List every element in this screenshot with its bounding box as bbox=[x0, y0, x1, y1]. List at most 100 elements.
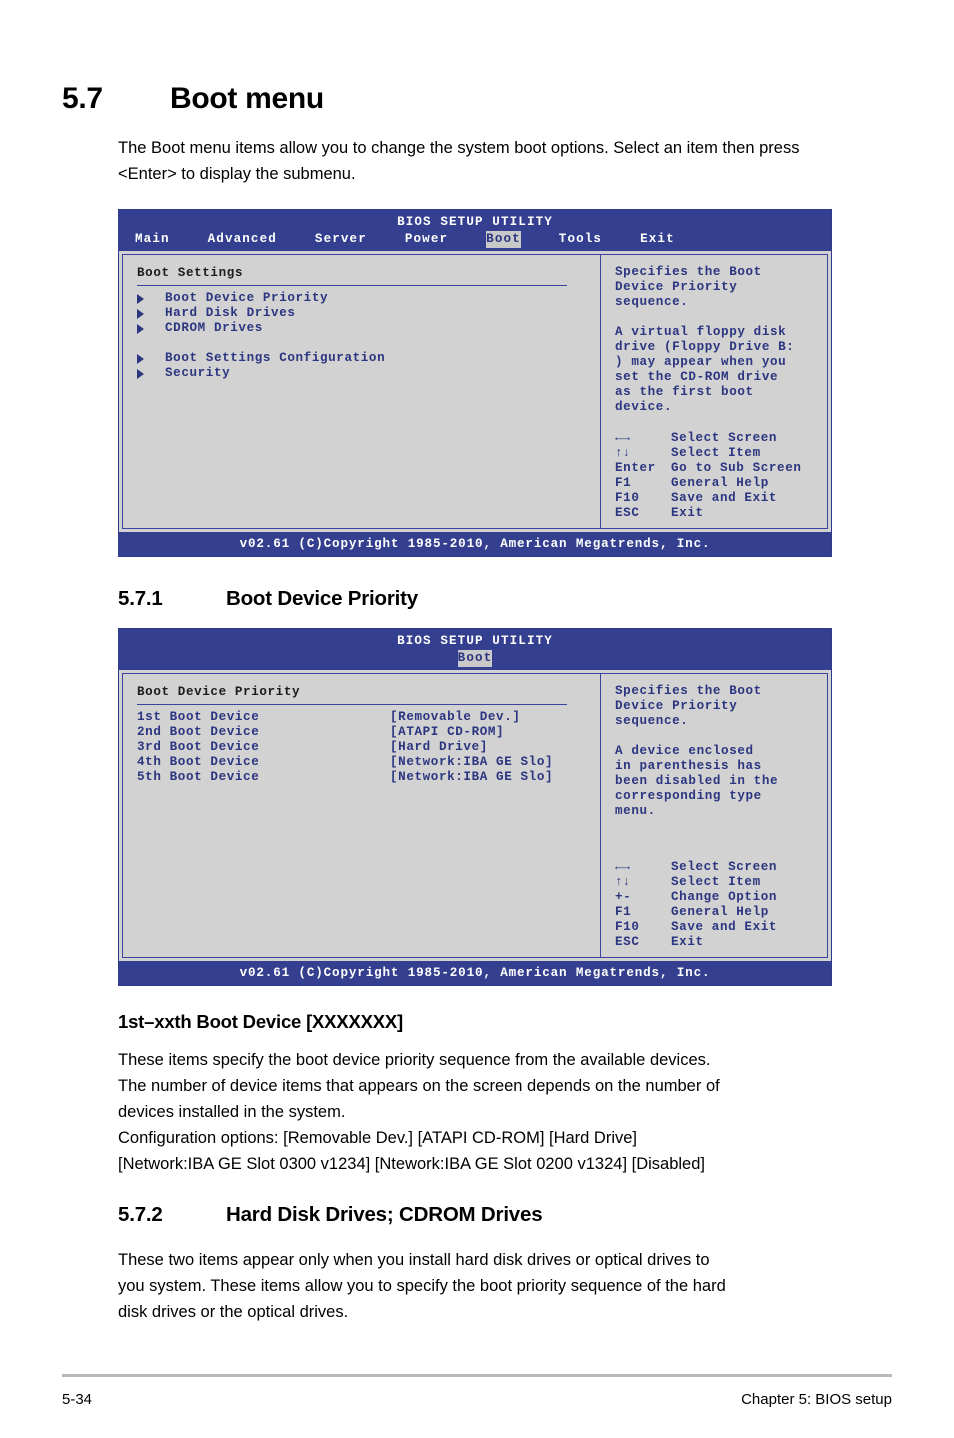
body-line: disk drives or the optical drives. bbox=[118, 1303, 349, 1321]
help-description: Specifies the Boot Device Priority seque… bbox=[615, 265, 827, 415]
subsection-number: 5.7.2 bbox=[118, 1203, 163, 1226]
subsection-number: 5.7.1 bbox=[118, 587, 163, 610]
legend-desc: General Help bbox=[671, 905, 769, 919]
section-intro: The Boot menu items allow you to change … bbox=[118, 139, 800, 183]
footer-row: 5-34 Chapter 5: BIOS setup bbox=[62, 1391, 892, 1408]
legend-key: F1 bbox=[615, 476, 632, 490]
legend-select-item: ↑↓ Select Item bbox=[615, 875, 777, 890]
legend-key: +- bbox=[615, 890, 632, 904]
help-line-blank bbox=[615, 729, 827, 744]
row-3rd-boot-device[interactable]: 3rd Boot Device [Hard Drive] bbox=[137, 740, 600, 755]
tab-boot[interactable]: Boot bbox=[457, 650, 493, 667]
menu-item-label: Boot Settings Configuration bbox=[165, 351, 386, 365]
legend-desc: Exit bbox=[671, 935, 704, 949]
help-line: set the CD-ROM drive bbox=[615, 370, 779, 384]
document-page: 5.7 Boot menu The Boot menu items allow … bbox=[0, 0, 954, 1438]
legend-select-screen: ←→ Select Screen bbox=[615, 431, 802, 446]
menu-item-boot-settings-configuration[interactable]: Boot Settings Configuration bbox=[137, 351, 600, 366]
legend-key: F10 bbox=[615, 491, 640, 505]
row-2nd-boot-device[interactable]: 2nd Boot Device [ATAPI CD-ROM] bbox=[137, 725, 600, 740]
legend-exit: ESC Exit bbox=[615, 506, 802, 521]
row-value: [Removable Dev.] bbox=[390, 710, 521, 724]
legend-select-item: ↑↓ Select Item bbox=[615, 446, 802, 461]
legend-desc: Save and Exit bbox=[671, 491, 778, 505]
help-line: A device enclosed bbox=[615, 744, 754, 758]
row-label: 3rd Boot Device bbox=[137, 740, 260, 754]
submenu-arrow-icon bbox=[137, 368, 144, 379]
help-line: in parenthesis has bbox=[615, 759, 762, 773]
menu-item-security[interactable]: Security bbox=[137, 366, 600, 381]
row-value: [ATAPI CD-ROM] bbox=[390, 725, 505, 739]
help-line: A virtual floppy disk bbox=[615, 325, 787, 339]
bios-copyright-footer: v02.61 (C)Copyright 1985-2010, American … bbox=[119, 532, 831, 556]
tab-boot[interactable]: Boot bbox=[486, 231, 521, 248]
bios-utility-title: BIOS SETUP UTILITY bbox=[397, 215, 553, 229]
legend-desc: Save and Exit bbox=[671, 920, 778, 934]
legend-key: ↑↓ bbox=[615, 446, 631, 460]
bios-key-legend: ←→ Select Screen ↑↓ Select Item +- Chang… bbox=[615, 860, 777, 950]
tab-main[interactable]: Main bbox=[135, 231, 170, 248]
bios-screen-boot-settings: BIOS SETUP UTILITY Main Advanced Server … bbox=[118, 209, 832, 557]
submenu-arrow-icon bbox=[137, 308, 144, 319]
legend-desc: Exit bbox=[671, 506, 704, 520]
submenu-arrow-icon bbox=[137, 293, 144, 304]
bios-header-bar: BIOS SETUP UTILITY Boot bbox=[119, 629, 831, 670]
help-line: Device Priority bbox=[615, 699, 738, 713]
row-5th-boot-device[interactable]: 5th Boot Device [Network:IBA GE Slo] bbox=[137, 770, 600, 785]
subsection-heading-572: 5.7.2 Hard Disk Drives; CDROM Drives bbox=[118, 1203, 892, 1227]
legend-save-and-exit: F10 Save and Exit bbox=[615, 920, 777, 935]
subsection-title: Boot Device Priority bbox=[226, 587, 418, 610]
panel-rule bbox=[137, 285, 567, 286]
tab-tools[interactable]: Tools bbox=[559, 231, 602, 248]
legend-key: F1 bbox=[615, 905, 632, 919]
help-line: corresponding type bbox=[615, 789, 762, 803]
legend-desc: General Help bbox=[671, 476, 769, 490]
row-1st-boot-device[interactable]: 1st Boot Device [Removable Dev.] bbox=[137, 710, 600, 725]
bios-screen-boot-device-priority: BIOS SETUP UTILITY Boot Boot Device Prio… bbox=[118, 628, 832, 986]
menu-item-label: CDROM Drives bbox=[165, 321, 263, 335]
legend-go-to-sub-screen: Enter Go to Sub Screen bbox=[615, 461, 802, 476]
tab-advanced[interactable]: Advanced bbox=[208, 231, 277, 248]
section-number: 5.7 bbox=[62, 82, 103, 115]
bios-key-legend: ←→ Select Screen ↑↓ Select Item Enter Go… bbox=[615, 431, 802, 521]
submenu-arrow-icon bbox=[137, 353, 144, 364]
menu-item-boot-device-priority[interactable]: Boot Device Priority bbox=[137, 291, 600, 306]
menu-item-hard-disk-drives[interactable]: Hard Disk Drives bbox=[137, 306, 600, 321]
subsection-title: Hard Disk Drives; CDROM Drives bbox=[226, 1203, 543, 1226]
item-body-boot-device: These items specify the boot device prio… bbox=[118, 1047, 848, 1177]
legend-exit: ESC Exit bbox=[615, 935, 777, 950]
tab-exit[interactable]: Exit bbox=[640, 231, 675, 248]
help-line: Device Priority bbox=[615, 280, 738, 294]
help-line: Specifies the Boot bbox=[615, 684, 762, 698]
subsection-body-572: These two items appear only when you ins… bbox=[118, 1247, 848, 1325]
body-line: devices installed in the system. bbox=[118, 1103, 346, 1121]
subsection-heading-571: 5.7.1 Boot Device Priority bbox=[118, 587, 892, 611]
legend-key: ↑↓ bbox=[615, 875, 631, 889]
body-line: [Network:IBA GE Slot 0300 v1234] [Ntewor… bbox=[118, 1155, 705, 1173]
legend-desc: Select Item bbox=[671, 875, 761, 889]
row-4th-boot-device[interactable]: 4th Boot Device [Network:IBA GE Slo] bbox=[137, 755, 600, 770]
help-line: device. bbox=[615, 400, 673, 414]
tab-server[interactable]: Server bbox=[315, 231, 367, 248]
help-line: sequence. bbox=[615, 714, 689, 728]
tab-power[interactable]: Power bbox=[405, 231, 448, 248]
body-line: you system. These items allow you to spe… bbox=[118, 1277, 726, 1295]
legend-save-and-exit: F10 Save and Exit bbox=[615, 491, 802, 506]
page-footer: 5-34 Chapter 5: BIOS setup bbox=[62, 1374, 892, 1408]
menu-spacer bbox=[137, 336, 600, 351]
body-line: The number of device items that appears … bbox=[118, 1077, 720, 1095]
panel-title: Boot Device Priority bbox=[137, 685, 301, 699]
page-number: 5-34 bbox=[62, 1391, 93, 1408]
bios-help-panel: Specifies the Boot Device Priority seque… bbox=[600, 673, 828, 958]
legend-select-screen: ←→ Select Screen bbox=[615, 860, 777, 875]
help-line: as the first boot bbox=[615, 385, 754, 399]
menu-item-cdrom-drives[interactable]: CDROM Drives bbox=[137, 321, 600, 336]
legend-desc: Change Option bbox=[671, 890, 778, 904]
body-line: These two items appear only when you ins… bbox=[118, 1251, 710, 1269]
legend-key: Enter bbox=[615, 461, 656, 475]
menu-item-label: Security bbox=[165, 366, 231, 380]
legend-key: ESC bbox=[615, 506, 640, 520]
bios-body: Boot Device Priority 1st Boot Device [Re… bbox=[119, 670, 831, 961]
legend-desc: Select Item bbox=[671, 446, 761, 460]
bios-copyright-footer: v02.61 (C)Copyright 1985-2010, American … bbox=[119, 961, 831, 985]
